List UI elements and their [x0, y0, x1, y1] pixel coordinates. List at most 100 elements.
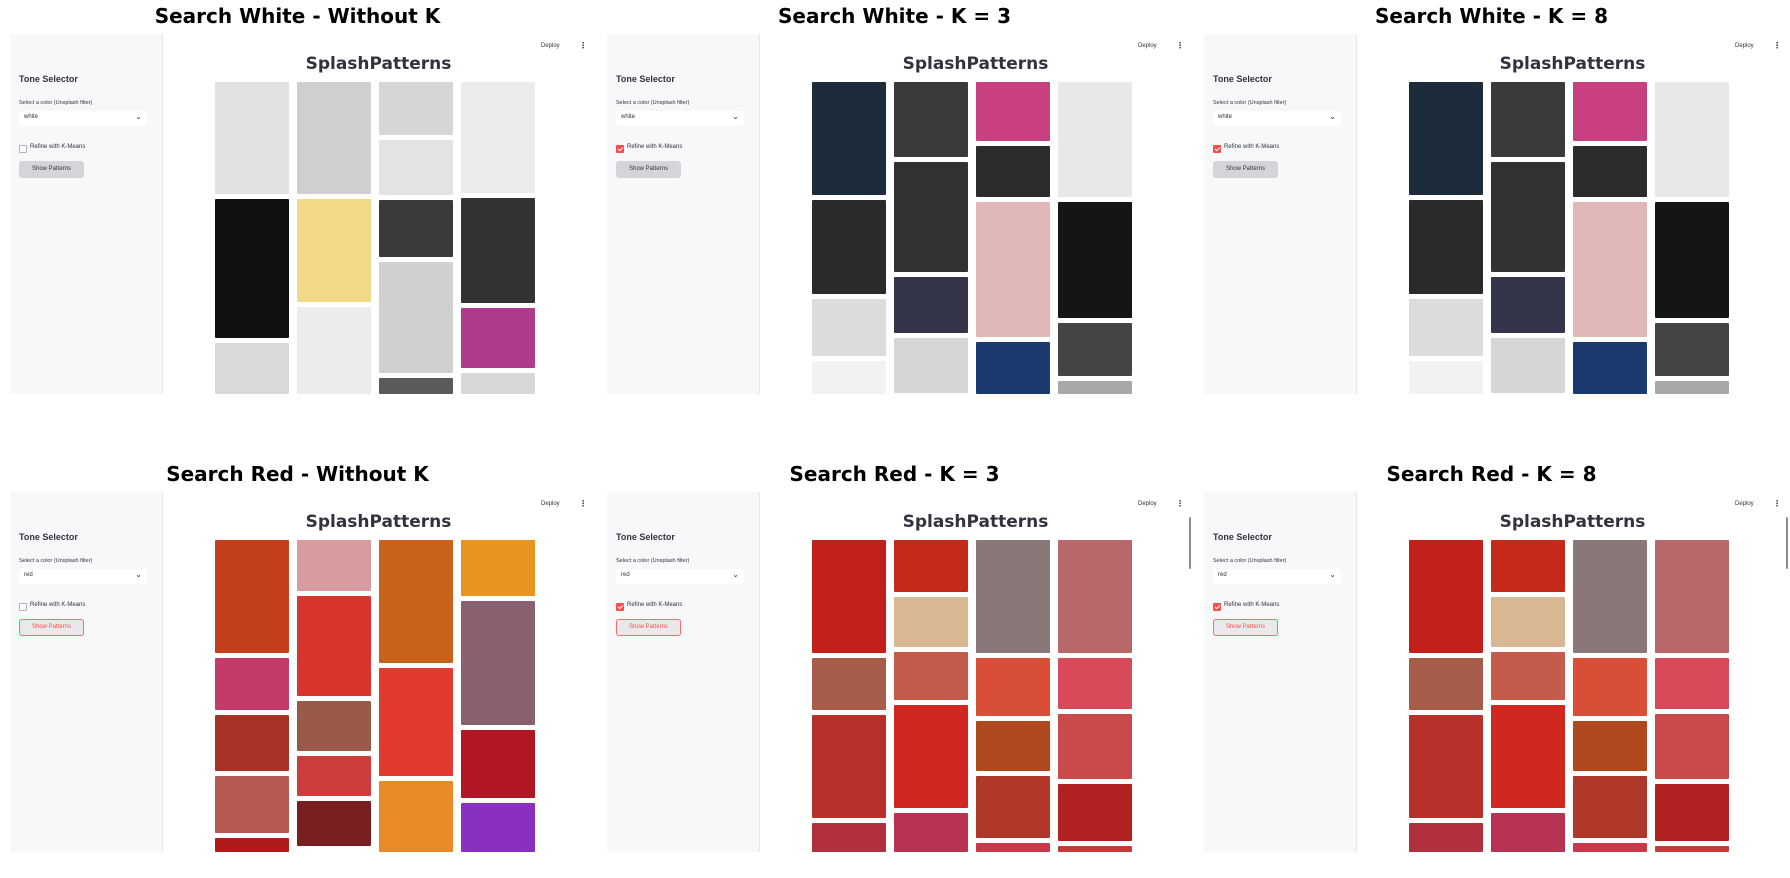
color-select[interactable]: red ⌄ — [19, 569, 147, 584]
pattern-image[interactable] — [976, 146, 1050, 197]
color-select[interactable]: white ⌄ — [1213, 111, 1341, 126]
pattern-image[interactable] — [894, 540, 968, 592]
refine-kmeans-checkbox[interactable] — [616, 603, 624, 611]
pattern-image[interactable] — [976, 658, 1050, 716]
refine-kmeans-checkbox[interactable] — [1213, 145, 1221, 153]
show-patterns-button[interactable]: Show Patterns — [19, 161, 84, 178]
pattern-image[interactable] — [379, 378, 453, 394]
pattern-image[interactable] — [1409, 540, 1483, 653]
show-patterns-button[interactable]: Show Patterns — [616, 161, 681, 178]
show-patterns-button[interactable]: Show Patterns — [19, 619, 84, 636]
more-menu-icon[interactable]: ⋮ — [579, 499, 587, 508]
pattern-image[interactable] — [1409, 82, 1483, 195]
pattern-image[interactable] — [812, 715, 886, 818]
pattern-image[interactable] — [894, 277, 968, 333]
deploy-button[interactable]: Deploy — [541, 43, 560, 49]
pattern-image[interactable] — [1573, 342, 1647, 394]
pattern-image[interactable] — [1491, 705, 1565, 808]
more-menu-icon[interactable]: ⋮ — [1773, 499, 1781, 508]
pattern-image[interactable] — [1573, 146, 1647, 197]
pattern-image[interactable] — [297, 307, 371, 394]
pattern-image[interactable] — [894, 162, 968, 272]
pattern-image[interactable] — [297, 540, 371, 591]
pattern-image[interactable] — [1655, 82, 1729, 197]
pattern-image[interactable] — [1409, 658, 1483, 710]
pattern-image[interactable] — [1409, 299, 1483, 356]
pattern-image[interactable] — [1573, 540, 1647, 653]
pattern-image[interactable] — [1409, 715, 1483, 818]
deploy-button[interactable]: Deploy — [1735, 501, 1754, 507]
pattern-image[interactable] — [1573, 658, 1647, 716]
pattern-image[interactable] — [812, 361, 886, 394]
refine-kmeans-checkbox[interactable] — [19, 603, 27, 611]
pattern-image[interactable] — [297, 199, 371, 302]
pattern-image[interactable] — [461, 803, 535, 852]
pattern-image[interactable] — [379, 781, 453, 852]
more-menu-icon[interactable]: ⋮ — [1176, 499, 1184, 508]
pattern-image[interactable] — [1655, 540, 1729, 653]
pattern-image[interactable] — [1655, 846, 1729, 852]
pattern-image[interactable] — [1573, 776, 1647, 838]
pattern-image[interactable] — [1058, 323, 1132, 376]
pattern-image[interactable] — [1491, 540, 1565, 592]
pattern-image[interactable] — [812, 823, 886, 852]
pattern-image[interactable] — [1655, 714, 1729, 779]
pattern-image[interactable] — [215, 715, 289, 771]
pattern-image[interactable] — [215, 658, 289, 710]
color-select[interactable]: white ⌄ — [616, 111, 744, 126]
pattern-image[interactable] — [297, 596, 371, 696]
pattern-image[interactable] — [297, 701, 371, 751]
pattern-image[interactable] — [894, 597, 968, 647]
pattern-image[interactable] — [215, 776, 289, 833]
pattern-image[interactable] — [1573, 82, 1647, 141]
pattern-image[interactable] — [1491, 162, 1565, 272]
pattern-image[interactable] — [1058, 381, 1132, 394]
pattern-image[interactable] — [1655, 202, 1729, 318]
pattern-image[interactable] — [461, 601, 535, 725]
pattern-image[interactable] — [976, 82, 1050, 141]
pattern-image[interactable] — [1573, 843, 1647, 852]
pattern-image[interactable] — [379, 200, 453, 257]
more-menu-icon[interactable]: ⋮ — [1176, 41, 1184, 50]
pattern-image[interactable] — [812, 540, 886, 653]
pattern-image[interactable] — [461, 730, 535, 798]
pattern-image[interactable] — [379, 668, 453, 776]
pattern-image[interactable] — [976, 202, 1050, 337]
pattern-image[interactable] — [812, 82, 886, 195]
pattern-image[interactable] — [215, 343, 289, 394]
pattern-image[interactable] — [894, 813, 968, 852]
pattern-image[interactable] — [894, 338, 968, 393]
pattern-image[interactable] — [1573, 202, 1647, 337]
pattern-image[interactable] — [1491, 338, 1565, 393]
deploy-button[interactable]: Deploy — [1138, 43, 1157, 49]
pattern-image[interactable] — [1491, 82, 1565, 157]
pattern-image[interactable] — [976, 721, 1050, 771]
pattern-image[interactable] — [1655, 323, 1729, 376]
pattern-image[interactable] — [1409, 361, 1483, 394]
pattern-image[interactable] — [379, 540, 453, 663]
pattern-image[interactable] — [1058, 540, 1132, 653]
show-patterns-button[interactable]: Show Patterns — [1213, 619, 1278, 636]
pattern-image[interactable] — [1058, 658, 1132, 709]
pattern-image[interactable] — [894, 652, 968, 700]
pattern-image[interactable] — [976, 843, 1050, 852]
pattern-image[interactable] — [894, 82, 968, 157]
pattern-image[interactable] — [379, 82, 453, 135]
pattern-image[interactable] — [1573, 721, 1647, 771]
more-menu-icon[interactable]: ⋮ — [579, 41, 587, 50]
pattern-image[interactable] — [894, 705, 968, 808]
pattern-image[interactable] — [461, 308, 535, 368]
pattern-image[interactable] — [1655, 381, 1729, 394]
show-patterns-button[interactable]: Show Patterns — [616, 619, 681, 636]
pattern-image[interactable] — [812, 299, 886, 356]
pattern-image[interactable] — [379, 262, 453, 373]
deploy-button[interactable]: Deploy — [541, 501, 560, 507]
pattern-image[interactable] — [1058, 202, 1132, 318]
refine-kmeans-checkbox[interactable] — [1213, 603, 1221, 611]
pattern-image[interactable] — [1655, 784, 1729, 841]
pattern-image[interactable] — [1491, 652, 1565, 700]
pattern-image[interactable] — [1058, 846, 1132, 852]
pattern-image[interactable] — [297, 756, 371, 796]
deploy-button[interactable]: Deploy — [1138, 501, 1157, 507]
refine-kmeans-checkbox[interactable] — [19, 145, 27, 153]
